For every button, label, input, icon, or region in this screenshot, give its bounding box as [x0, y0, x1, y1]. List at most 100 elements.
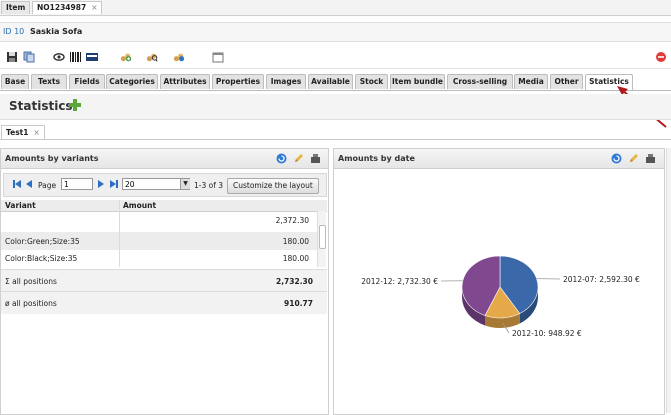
tab-label: Other [554, 77, 578, 86]
prev-page-icon[interactable] [25, 179, 33, 189]
tab-label: Available [311, 77, 350, 86]
pie-data-label: 2012-07: 2,592.30 € [563, 275, 640, 284]
tab-label: Texts [38, 77, 60, 86]
item-toolbar [0, 46, 671, 69]
item-header: ID 10 Saskia Sofa [0, 22, 671, 42]
statistics-header: Statistics [0, 94, 671, 120]
tab-other[interactable]: Other [550, 74, 583, 89]
close-subtab-icon[interactable]: × [33, 128, 39, 137]
tab-fields[interactable]: Fields [69, 74, 105, 89]
tab-item-bundle[interactable]: Item bundle [390, 74, 445, 89]
column-header-amount[interactable]: Amount [123, 201, 156, 210]
close-tab-icon[interactable]: × [91, 3, 97, 12]
add-statistic-icon[interactable] [68, 98, 82, 112]
pie-chart: 2012-07: 2,592.30 € 2012-10: 948.92 € 2012… [334, 169, 662, 413]
panel-header: Amounts by variants [1, 149, 328, 169]
variant-cell: Color:Green;Size:35 [5, 237, 80, 246]
tab-texts[interactable]: Texts [31, 74, 67, 89]
next-page-icon[interactable] [97, 179, 105, 189]
tab-base[interactable]: Base [1, 74, 29, 89]
page-scrollbar[interactable] [666, 148, 671, 413]
tab-stock[interactable]: Stock [355, 74, 388, 89]
column-header-variant[interactable]: Variant [5, 201, 36, 210]
tab-label: Categories [109, 77, 155, 86]
amount-cell: 2,372.30 [276, 216, 309, 225]
refresh-icon[interactable] [276, 153, 287, 164]
tab-label: Base [5, 77, 25, 86]
calendar-icon[interactable] [212, 51, 224, 63]
item-id: ID 10 [3, 27, 24, 36]
total-label: Σ all positions [5, 277, 57, 286]
average-value: 910.77 [284, 299, 313, 308]
tab-label: Stock [360, 77, 384, 86]
item-name: Saskia Sofa [30, 27, 82, 36]
panel-title: Amounts by date [338, 154, 415, 163]
tab-available[interactable]: Available [308, 74, 353, 89]
barcode-icon[interactable] [69, 51, 81, 63]
average-row: ø all positions 910.77 [1, 291, 327, 314]
tab-properties[interactable]: Properties [212, 74, 264, 89]
page-range: 1-3 of 3 [194, 181, 223, 190]
close-red-icon[interactable] [655, 51, 667, 63]
total-value: 2,732.30 [276, 277, 313, 286]
scrollbar-thumb[interactable] [319, 225, 326, 249]
chevron-down-icon[interactable]: ▼ [180, 179, 190, 189]
edit-icon[interactable] [628, 153, 639, 164]
item-search-icon[interactable] [146, 51, 158, 63]
sum-row: Σ all positions 2,732.30 [1, 269, 327, 292]
tab-attributes[interactable]: Attributes [160, 74, 210, 89]
tab-label: Item bundle [392, 77, 443, 86]
panel-header: Amounts by date [334, 149, 664, 169]
column-divider [119, 200, 120, 267]
subtab-test1[interactable]: Test1 × [1, 125, 45, 139]
document-tab-bar: Item NO1234987 × [0, 0, 671, 16]
pagination-toolbar: Page ▼ 1-3 of 3 Customize the layout [3, 173, 327, 197]
pie-data-label: 2012-12: 2,732.30 € [361, 277, 438, 286]
amount-cell: 180.00 [283, 237, 309, 246]
tab-label: Cross-selling [453, 77, 507, 86]
tab-label: Fields [74, 77, 99, 86]
tab-categories[interactable]: Categories [106, 74, 158, 89]
edit-icon[interactable] [293, 153, 304, 164]
panel-title: Amounts by variants [5, 154, 99, 163]
page-title: Statistics [9, 99, 73, 113]
statistics-subtab-bar: Test1 × [0, 123, 671, 140]
subtab-label: Test1 [6, 128, 28, 137]
doc-tab-label: Item [6, 3, 25, 12]
chart-options-icon[interactable] [645, 153, 656, 164]
last-page-icon[interactable] [109, 179, 119, 189]
amount-cell: 180.00 [283, 254, 309, 263]
property-tab-bar: Base Texts Fields Categories Attributes … [0, 73, 671, 91]
table-row[interactable]: 2,372.30 [1, 211, 317, 229]
pie-data-label: 2012-10: 948.92 € [512, 329, 582, 338]
item-web-icon[interactable] [173, 51, 185, 63]
tab-cross-selling[interactable]: Cross-selling [447, 74, 513, 89]
item-add-icon[interactable] [120, 51, 132, 63]
tab-label: Images [271, 77, 302, 86]
tab-label: Properties [216, 77, 260, 86]
table-row[interactable]: Color:Green;Size:35 180.00 [1, 232, 317, 250]
table-row[interactable]: Color:Black;Size:35 180.00 [1, 249, 317, 267]
eye-icon[interactable] [53, 51, 65, 63]
amounts-by-variants-panel: Amounts by variants Page ▼ 1-3 of 3 Cust… [0, 148, 329, 415]
doc-tab-item[interactable]: Item [1, 1, 30, 14]
amounts-by-date-panel: Amounts by date 2012-07: 2,592.30 €2012-… [333, 148, 665, 415]
doc-tab-no1234987[interactable]: NO1234987 × [32, 1, 102, 14]
save-icon[interactable] [6, 51, 18, 63]
page-number-input[interactable] [61, 178, 93, 190]
grid-options-icon[interactable] [310, 153, 321, 164]
page-label: Page [38, 181, 56, 190]
copy-icon[interactable] [23, 51, 35, 63]
doc-tab-label: NO1234987 [37, 3, 86, 12]
customize-layout-button[interactable]: Customize the layout [227, 178, 319, 194]
variant-cell: Color:Black;Size:35 [5, 254, 77, 263]
ean-icon[interactable] [86, 51, 98, 63]
first-page-icon[interactable] [12, 179, 22, 189]
tab-media[interactable]: Media [514, 74, 548, 89]
tab-images[interactable]: Images [266, 74, 306, 89]
average-label: ø all positions [5, 299, 57, 308]
grid-scrollbar[interactable] [317, 211, 326, 267]
refresh-icon[interactable] [611, 153, 622, 164]
tab-label: Attributes [163, 77, 206, 86]
tab-label: Media [518, 77, 544, 86]
